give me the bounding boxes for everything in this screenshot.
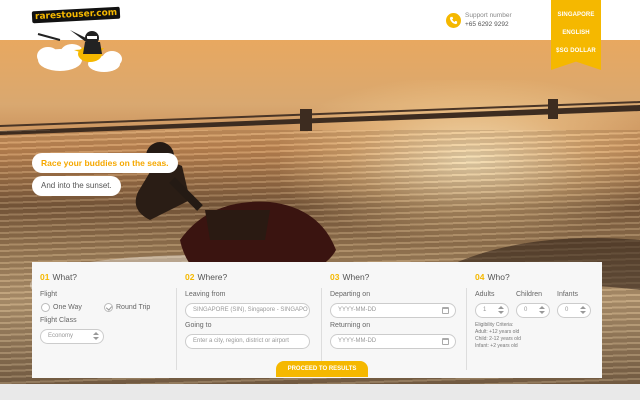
country-selector[interactable]: SINGAPORE xyxy=(551,12,601,18)
currency-selector[interactable]: $SG DOLLAR xyxy=(551,48,601,54)
what-title: 01 What? xyxy=(40,272,78,282)
eligibility-title: Eligibility Criteria: xyxy=(475,322,514,328)
who-section: 04 Who? Adults 1 Children 0 Infants 0 Eli… xyxy=(467,262,602,378)
adults-label: Adults xyxy=(475,291,495,298)
support-block: Support number +65 6292 9292 xyxy=(446,12,546,32)
select-arrows-icon xyxy=(498,306,504,315)
leaving-from-label: Leaving from xyxy=(185,291,226,298)
infants-value: 0 xyxy=(565,307,569,313)
select-arrows-icon xyxy=(539,306,545,315)
select-arrows-icon xyxy=(93,332,99,341)
eligibility-child: Child: 2-12 years old xyxy=(475,336,521,342)
proceed-to-results-button[interactable]: PROCEED TO RESULTS xyxy=(276,361,368,377)
going-to-label: Going to xyxy=(185,322,212,329)
support-label: Support number xyxy=(465,12,512,19)
departing-label: Departing on xyxy=(330,291,371,298)
where-title: 02 Where? xyxy=(185,272,228,282)
children-select[interactable]: 0 xyxy=(516,303,550,318)
children-label: Children xyxy=(516,291,543,298)
calendar-icon[interactable] xyxy=(442,307,449,314)
one-way-radio[interactable] xyxy=(41,303,50,312)
returning-date-input[interactable]: YYYY-MM-DD xyxy=(330,334,456,349)
support-number[interactable]: +65 6292 9292 xyxy=(465,21,509,28)
returning-placeholder: YYYY-MM-DD xyxy=(338,338,377,344)
calendar-icon[interactable] xyxy=(442,338,449,345)
flight-class-select[interactable]: Economy xyxy=(40,329,104,344)
returning-label: Returning on xyxy=(330,322,371,329)
leaving-from-input[interactable]: SINGAPORE (SIN), Singapore - SINGAPO xyxy=(185,303,310,318)
infants-label: Infants xyxy=(557,291,579,298)
who-title: 04 Who? xyxy=(475,272,510,282)
locale-ribbon: SINGAPORE ENGLISH $SG DOLLAR xyxy=(551,0,601,70)
select-arrows-icon xyxy=(580,306,586,315)
one-way-label[interactable]: One Way xyxy=(53,304,82,311)
departing-date-input[interactable]: YYYY-MM-DD xyxy=(330,303,456,318)
phone-icon xyxy=(446,13,461,28)
mascot-illustration xyxy=(37,30,122,72)
eligibility-adult: Adult: +12 years old xyxy=(475,329,520,335)
flight-class-label: Flight Class xyxy=(40,317,77,324)
language-selector[interactable]: ENGLISH xyxy=(551,30,601,36)
children-value: 0 xyxy=(524,307,528,313)
round-trip-label[interactable]: Round Trip xyxy=(116,304,150,311)
infants-select[interactable]: 0 xyxy=(557,303,591,318)
hero-subline: And into the sunset. xyxy=(32,176,121,196)
going-to-input[interactable]: Enter a city, region, district or airpor… xyxy=(185,334,310,349)
flight-label: Flight xyxy=(40,291,58,298)
flight-class-value: Economy xyxy=(48,333,74,339)
when-title: 03 When? xyxy=(330,272,370,282)
round-trip-radio[interactable] xyxy=(104,303,113,312)
departing-placeholder: YYYY-MM-DD xyxy=(338,307,377,313)
hero-tagline: Race your buddies on the seas. xyxy=(32,153,178,173)
what-section: 01 What? Flight One Way Round Trip Flight… xyxy=(32,262,176,378)
adults-select[interactable]: 1 xyxy=(475,303,509,318)
page-bottom-strip xyxy=(0,384,640,400)
adults-value: 1 xyxy=(483,307,487,313)
eligibility-infant: Infant: +2 years old xyxy=(475,343,518,349)
